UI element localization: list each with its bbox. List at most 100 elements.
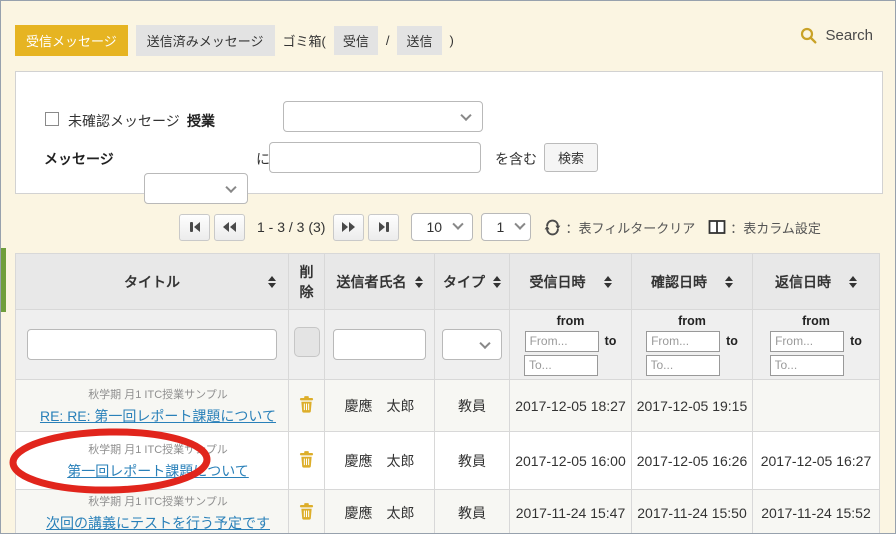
tab-sent-messages[interactable]: 送信済みメッセージ (136, 25, 275, 56)
tab-trash-received[interactable]: 受信 (334, 26, 378, 55)
received-cell: 2017-11-24 15:47 (510, 490, 632, 534)
pagination-bar: 1 - 3 / 3 (3) 10 1 ：表フィルタークリア (179, 213, 821, 241)
confirmed-from-input[interactable] (646, 331, 720, 352)
confirmed-cell: 2017-12-05 19:15 (632, 380, 753, 432)
sort-icon[interactable] (493, 276, 501, 288)
page-size-dropdown[interactable]: 10 (411, 213, 473, 241)
trash-icon[interactable] (299, 396, 314, 413)
col-header-sender[interactable]: 送信者氏名 (325, 254, 435, 310)
sort-icon[interactable] (725, 276, 733, 288)
tab-trash-sent[interactable]: 送信 (397, 26, 441, 55)
chevron-down-icon (460, 109, 471, 120)
col-header-delete: 削 除 (289, 254, 325, 310)
sort-icon[interactable] (268, 276, 276, 288)
next-page-button[interactable] (333, 214, 364, 241)
filter-row: from to from to from to (16, 310, 880, 380)
tab-received-messages[interactable]: 受信メッセージ (15, 25, 128, 56)
replied-from-input[interactable] (770, 331, 844, 352)
received-cell: 2017-12-05 18:27 (510, 380, 632, 432)
trash-icon[interactable] (299, 451, 314, 468)
from-label: from (678, 314, 706, 328)
confirmed-cell: 2017-11-24 15:50 (632, 490, 753, 534)
trash-label-prefix: ゴミ箱( (283, 31, 326, 50)
left-edge-green-strip (1, 248, 6, 312)
page-number-dropdown[interactable]: 1 (481, 213, 531, 241)
trash-label-suffix: ) (450, 33, 454, 48)
chevron-down-icon (225, 181, 236, 192)
replied-cell (753, 380, 880, 432)
message-table: タイトル 削 除 送信者氏名 タイプ 受信日時 (15, 253, 880, 534)
to-label: to (605, 334, 617, 348)
ni-label: に (256, 149, 270, 169)
sort-icon[interactable] (849, 276, 857, 288)
type-cell: 教員 (435, 432, 510, 490)
sender-cell: 慶應 太郎 (325, 380, 435, 432)
search-button[interactable]: 検索 (544, 143, 598, 172)
first-page-button[interactable] (179, 214, 210, 241)
sort-icon[interactable] (604, 276, 612, 288)
message-title-link[interactable]: 次回の講義にテストを行う予定です (46, 515, 270, 531)
unconfirmed-checkbox[interactable] (45, 112, 59, 126)
course-label: 秋学期 月1 ITC授業サンプル (28, 386, 288, 402)
confirmed-cell: 2017-12-05 16:26 (632, 432, 753, 490)
tab-bar: 受信メッセージ 送信済みメッセージ ゴミ箱( 受信 / 送信 ) (15, 25, 881, 56)
message-field-dropdown[interactable] (144, 173, 248, 204)
page-range-text: 1 - 3 / 3 (3) (257, 219, 325, 235)
to-label: to (850, 334, 862, 348)
last-page-button[interactable] (368, 214, 399, 241)
class-label: 授業 (187, 111, 215, 131)
received-from-input[interactable] (525, 331, 599, 352)
prev-page-button[interactable] (214, 214, 245, 241)
col-header-received[interactable]: 受信日時 (510, 254, 632, 310)
col-header-type[interactable]: タイプ (435, 254, 510, 310)
to-label: to (726, 334, 738, 348)
chevron-down-icon (452, 219, 463, 230)
confirmed-to-input[interactable] (646, 355, 720, 376)
class-dropdown[interactable] (283, 101, 483, 132)
refresh-icon (544, 219, 561, 236)
sender-cell: 慶應 太郎 (325, 432, 435, 490)
filter-clear-label: ：表フィルタークリア (565, 218, 695, 237)
filter-clear-tool[interactable]: ：表フィルタークリア (544, 218, 695, 237)
type-cell: 教員 (435, 490, 510, 534)
from-label: from (557, 314, 585, 328)
received-to-input[interactable] (524, 355, 598, 376)
chevron-down-icon (479, 337, 490, 348)
delete-filter-button[interactable] (294, 327, 320, 357)
delete-cell[interactable] (289, 490, 325, 534)
trash-icon[interactable] (299, 503, 314, 520)
type-filter-dropdown[interactable] (442, 329, 502, 360)
sort-icon[interactable] (415, 276, 423, 288)
course-label: 秋学期 月1 ITC授業サンプル (28, 493, 288, 509)
contains-label: を含む (495, 149, 537, 169)
table-row: 秋学期 月1 ITC授業サンプル RE: RE: 第一回レポート課題について (16, 380, 880, 432)
message-title-link[interactable]: RE: RE: 第一回レポート課題について (40, 408, 276, 424)
header-row: タイトル 削 除 送信者氏名 タイプ 受信日時 (16, 254, 880, 310)
unconfirmed-label: 未確認メッセージ (68, 111, 180, 131)
title-filter-input[interactable] (27, 329, 277, 360)
column-settings-tool[interactable]: ：表カラム設定 (708, 218, 821, 237)
search-icon (800, 27, 817, 44)
course-label: 秋学期 月1 ITC授業サンプル (28, 441, 288, 457)
delete-cell[interactable] (289, 432, 325, 490)
column-settings-label: ：表カラム設定 (730, 218, 821, 237)
table-row: 秋学期 月1 ITC授業サンプル 第一回レポート課題について (16, 432, 880, 490)
col-header-title[interactable]: タイトル (16, 254, 289, 310)
sender-cell: 慶應 太郎 (325, 490, 435, 534)
trash-slash: / (386, 33, 390, 48)
from-label: from (802, 314, 830, 328)
col-header-confirmed[interactable]: 確認日時 (632, 254, 753, 310)
message-field-label: メッセージ (44, 149, 114, 169)
filter-panel: 未確認メッセージ 授業 メッセージ に を含む 検索 (15, 71, 883, 194)
message-keyword-input[interactable] (269, 142, 481, 173)
search-link[interactable]: Search (800, 27, 873, 44)
message-title-link[interactable]: 第一回レポート課題について (67, 463, 249, 479)
received-cell: 2017-12-05 16:00 (510, 432, 632, 490)
sender-filter-input[interactable] (333, 329, 427, 360)
replied-to-input[interactable] (770, 355, 844, 376)
type-cell: 教員 (435, 380, 510, 432)
chevron-down-icon (515, 219, 526, 230)
delete-cell[interactable] (289, 380, 325, 432)
table-row: 秋学期 月1 ITC授業サンプル 次回の講義にテストを行う予定です (16, 490, 880, 534)
col-header-replied[interactable]: 返信日時 (753, 254, 880, 310)
